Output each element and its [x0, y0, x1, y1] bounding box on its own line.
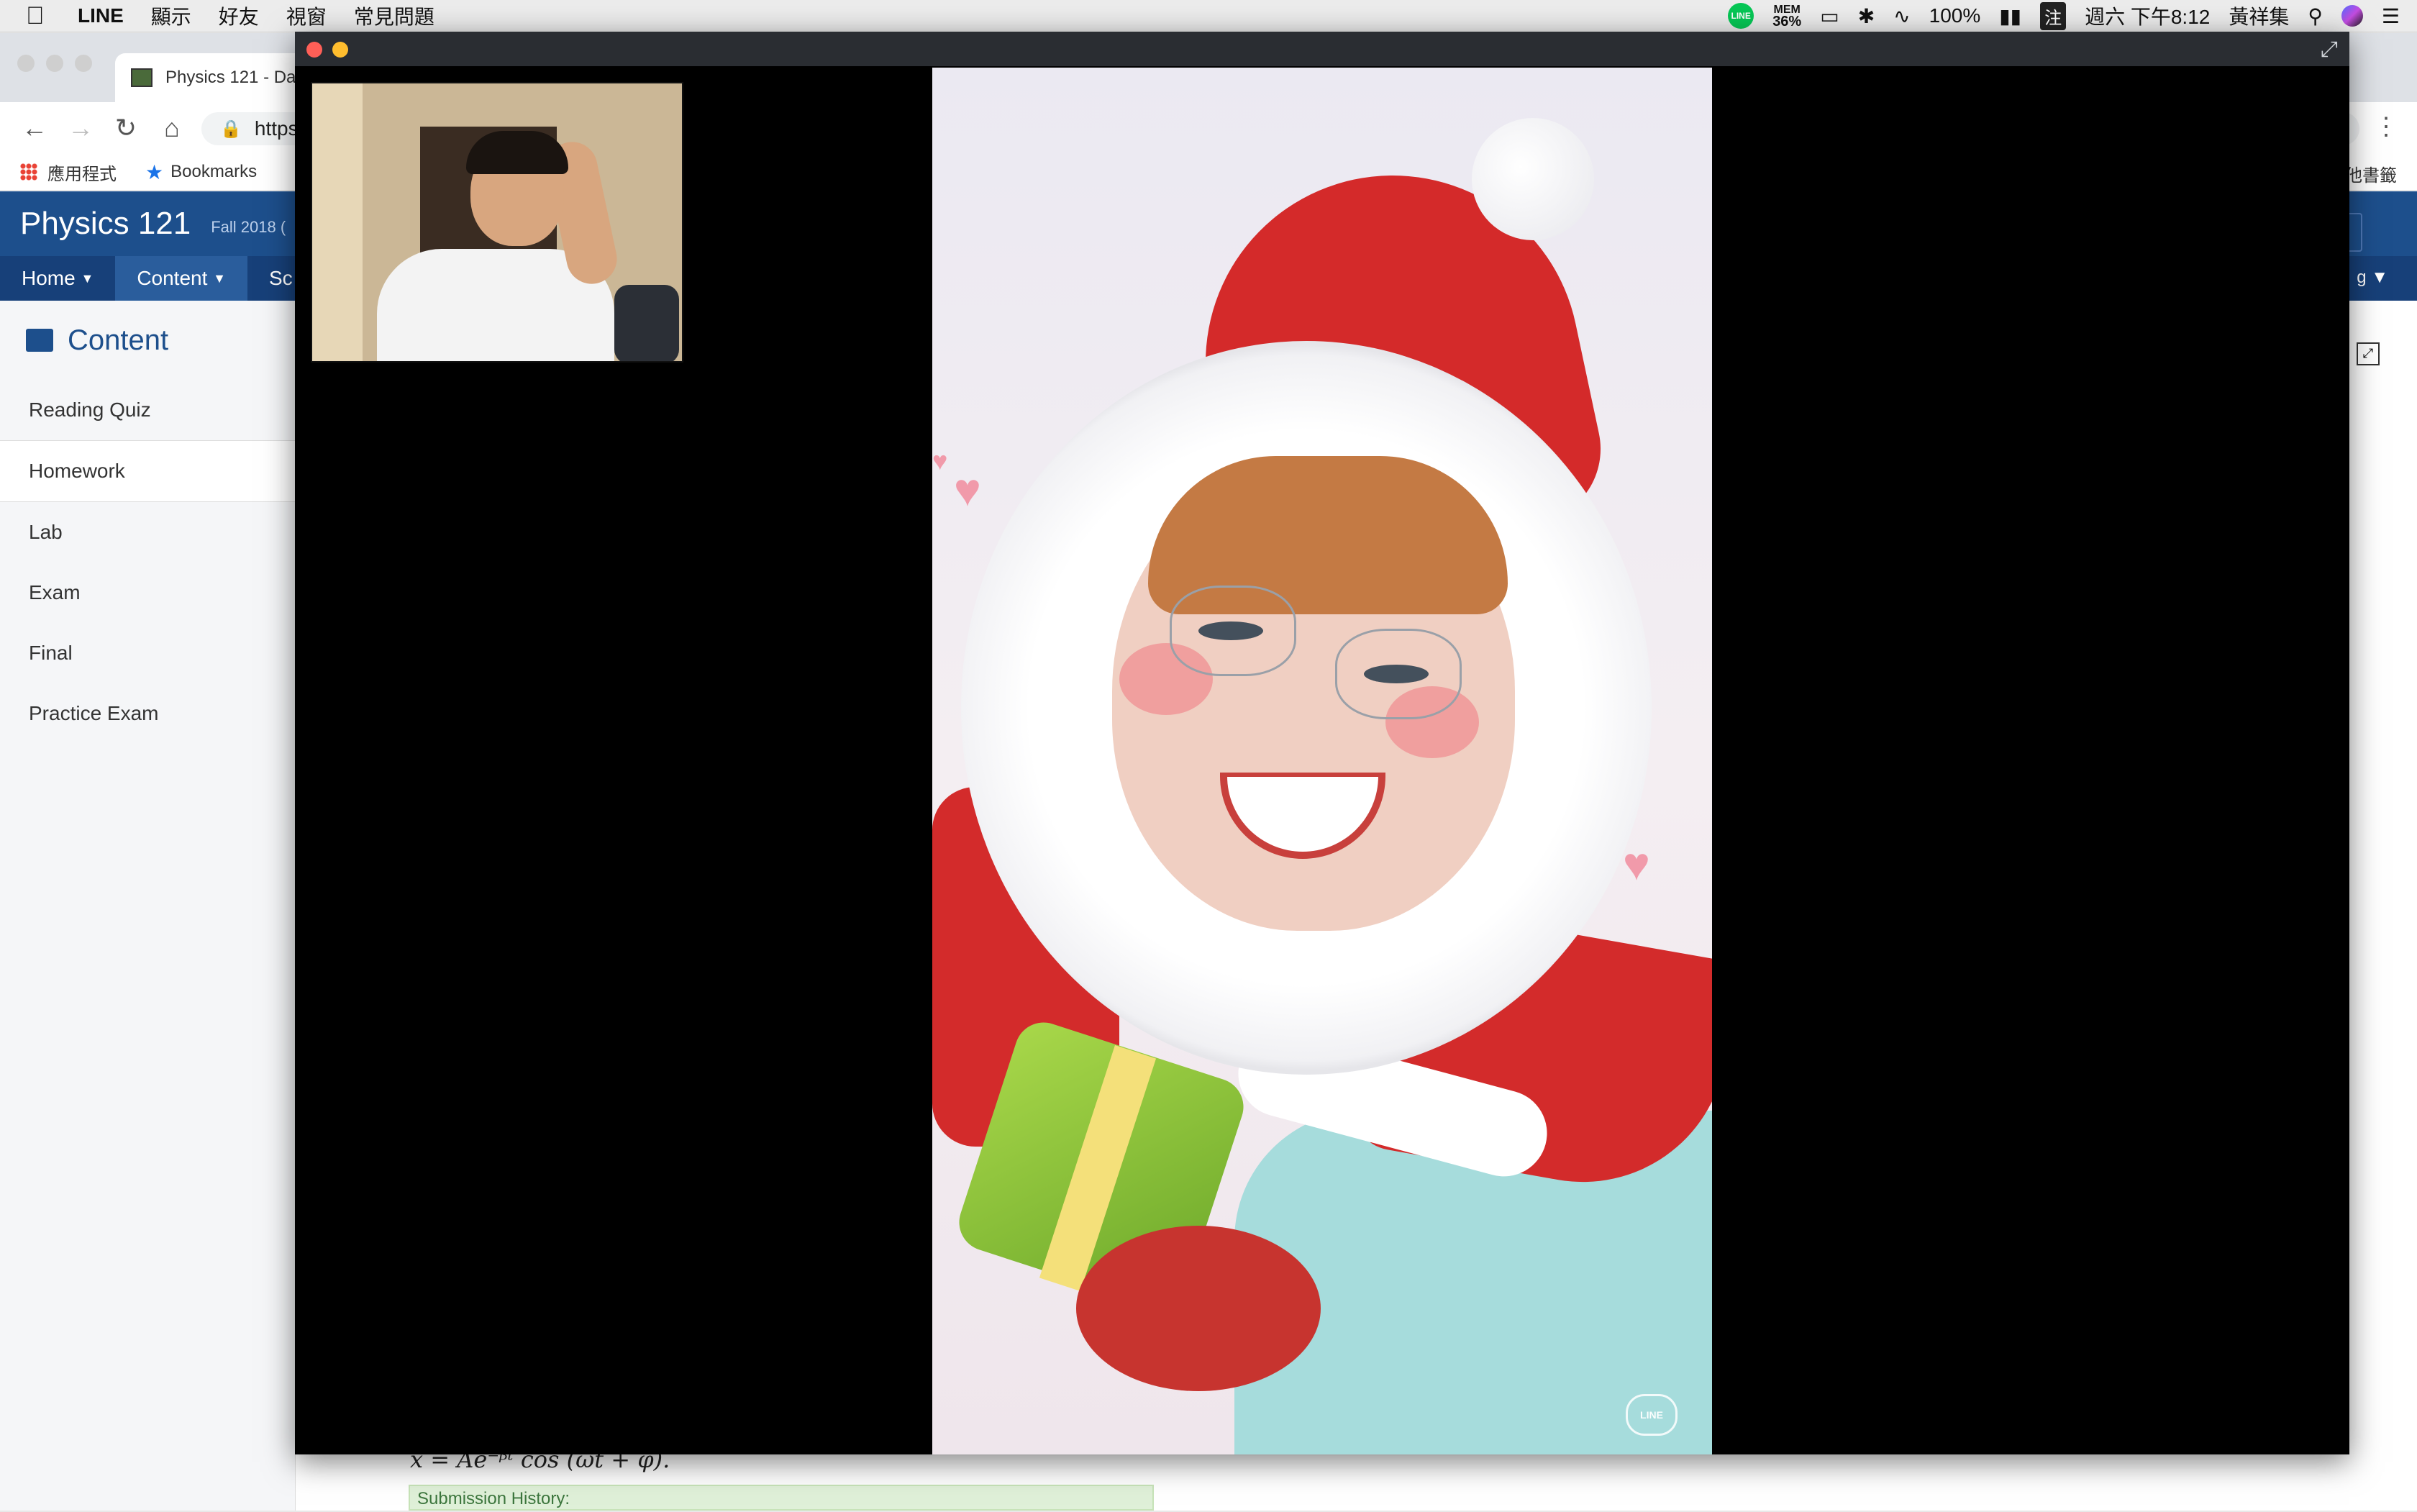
call-titlebar[interactable]: ⤢ [295, 32, 2349, 66]
menu-bar:  LINE 顯示 好友 視窗 常見問題 LINE MEM 36% ▭ ✱ ∿ … [0, 0, 2417, 32]
sidebar-item-lab[interactable]: Lab [0, 502, 295, 563]
forward-icon[interactable]: → [68, 113, 94, 143]
menu-dots-icon[interactable]: ⋮ [2374, 112, 2398, 141]
notification-center-icon[interactable]: ☰ [2382, 4, 2400, 28]
fullscreen-icon[interactable]: ⤢ [2321, 37, 2338, 62]
zoom-dim-icon[interactable] [75, 55, 92, 72]
sidebar-item-final[interactable]: Final [0, 623, 295, 683]
sidebar-item-exam[interactable]: Exam [0, 563, 295, 623]
apple-icon[interactable]:  [26, 2, 55, 30]
airplay-icon[interactable]: ▭ [1820, 4, 1839, 28]
menu-item-view[interactable]: 顯示 [151, 1, 191, 30]
presentation-icon [26, 329, 53, 352]
self-camera-preview[interactable] [311, 82, 683, 363]
red-glove [1076, 1226, 1321, 1391]
tab-title: Physics 121 - Da [165, 68, 296, 87]
chevron-down-icon: ▼ [81, 270, 94, 286]
lock-icon: 🔒 [220, 119, 242, 139]
submission-history[interactable]: Submission History: [409, 1485, 1154, 1511]
favicon-icon [131, 68, 153, 87]
bookmark-apps[interactable]: 應用程式 [47, 160, 117, 185]
bookmark-other[interactable]: 他書籤 [2345, 161, 2397, 186]
apps-grid-icon[interactable] [20, 163, 37, 181]
eye-right [1364, 665, 1429, 683]
siri-icon[interactable] [2341, 5, 2363, 27]
minimize-dim-icon[interactable] [46, 55, 63, 72]
bluetooth-icon[interactable]: ✱ [1858, 4, 1875, 28]
sidebar-item-homework[interactable]: Homework [0, 440, 295, 502]
status-area: LINE MEM 36% ▭ ✱ ∿ 100% ▮▮ 注 週六 下午8:12 黃… [1728, 0, 2400, 32]
line-video-call-window: ⤢ ♥ ♥ ♥ LINE [295, 32, 2349, 1454]
clock[interactable]: 週六 下午8:12 [2085, 1, 2210, 30]
heart-icon: ♥ [1623, 838, 1650, 890]
bookmark-bookmarks[interactable]: Bookmarks [170, 162, 257, 182]
menu-item-friends[interactable]: 好友 [219, 1, 259, 30]
preview-wall [312, 83, 363, 361]
url-text: https [254, 117, 299, 140]
nav-right-menu[interactable]: g ▼ [2357, 268, 2388, 288]
eye-left [1198, 621, 1263, 640]
content-sidebar: Content Reading Quiz Homework Lab Exam F… [0, 301, 296, 1511]
expand-icon[interactable]: ⤢ [2357, 342, 2380, 365]
preview-bag [614, 285, 679, 361]
santa-hat-pompom [1472, 118, 1594, 240]
sidebar-item-practice-exam[interactable]: Practice Exam [0, 683, 295, 744]
nav-content[interactable]: Content ▼ [115, 256, 247, 301]
wifi-icon[interactable]: ∿ [1893, 4, 1910, 28]
user-name[interactable]: 黃祥集 [2229, 1, 2289, 30]
battery-percent[interactable]: 100% [1929, 4, 1981, 27]
input-method-indicator[interactable]: 注 [2040, 1, 2067, 30]
search-icon[interactable]: ⚲ [2308, 4, 2323, 28]
close-dim-icon[interactable] [17, 55, 35, 72]
menu-app-name[interactable]: LINE [78, 4, 124, 27]
mem-value: 36% [1772, 13, 1802, 29]
menu-item-window[interactable]: 視窗 [286, 1, 327, 30]
nav-content-label: Content [137, 267, 208, 289]
menu-item-faq[interactable]: 常見問題 [354, 1, 434, 30]
heart-icon: ♥ [932, 446, 948, 475]
nav-right-label: g [2357, 268, 2367, 287]
close-button[interactable] [306, 42, 322, 58]
star-icon: ★ [145, 160, 164, 183]
sidebar-item-reading-quiz[interactable]: Reading Quiz [0, 380, 295, 440]
nav-schedule-label: Sc [269, 267, 293, 289]
battery-icon[interactable]: ▮▮ [1999, 4, 2021, 28]
memory-indicator[interactable]: MEM 36% [1772, 4, 1801, 29]
course-term: Fall 2018 ( [211, 218, 286, 236]
remote-video-feed[interactable]: ♥ ♥ ♥ LINE [932, 68, 1712, 1454]
line-status-icon[interactable]: LINE [1728, 3, 1754, 29]
nav-home[interactable]: Home ▼ [0, 256, 115, 301]
preview-person-hair [466, 131, 568, 174]
chevron-down-icon: ▼ [213, 270, 226, 286]
sidebar-heading: Content [0, 301, 295, 380]
line-watermark-logo: LINE [1626, 1394, 1678, 1436]
sidebar-heading-label: Content [68, 324, 169, 356]
home-icon[interactable]: ⌂ [160, 113, 184, 143]
minimize-button[interactable] [332, 42, 348, 58]
reload-icon[interactable]: ↻ [114, 113, 138, 143]
course-title[interactable]: Physics 121 [20, 206, 191, 242]
back-icon[interactable]: ← [22, 113, 47, 143]
nav-home-label: Home [22, 267, 76, 289]
